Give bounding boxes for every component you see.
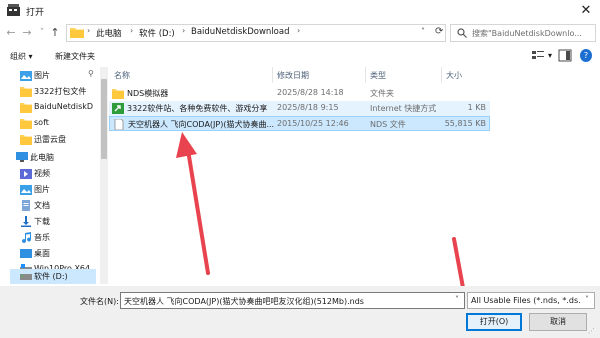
breadcrumb-separator: › — [130, 26, 134, 35]
filetype-dropdown-icon[interactable]: ˅ — [585, 295, 589, 304]
sidebar-item-label: 图片 — [34, 71, 50, 80]
sidebar-item-downloads[interactable]: 下载 — [10, 214, 96, 230]
column-divider[interactable] — [441, 67, 442, 83]
close-button[interactable]: ✕ — [577, 2, 595, 20]
computer-icon — [16, 152, 28, 162]
recent-locations-button[interactable]: ˅ — [35, 26, 49, 40]
sidebar-item-label: 桌面 — [34, 249, 50, 258]
sidebar-item-label: BaiduNetdiskD — [34, 102, 94, 111]
file-row-nds-emulator[interactable]: NDS模拟器 2025/8/28 14:18 文件夹 — [109, 86, 490, 101]
sidebar-item-label: 迅雷云盘 — [34, 135, 66, 144]
file-date: 2015/10/25 12:46 — [277, 119, 349, 128]
app-icon — [7, 4, 20, 16]
file-row-3322-shortcut[interactable]: 3322软件站、各种免费软件、游戏分享 2025/8/18 9:15 Inter… — [109, 101, 490, 116]
folder-icon — [70, 28, 84, 38]
sidebar-item-music[interactable]: 音乐 — [10, 230, 96, 246]
title-bar — [0, 0, 600, 22]
documents-icon — [22, 200, 30, 211]
sidebar-item-pictures-pinned[interactable]: 图片 ⚲ — [10, 68, 96, 84]
sidebar-item-this-pc[interactable]: 此电脑 — [6, 150, 92, 166]
up-button[interactable]: ↑ — [48, 26, 62, 40]
cancel-button[interactable]: 取消 — [529, 313, 587, 331]
sidebar-item-documents[interactable]: 文档 — [10, 198, 96, 214]
filename-value[interactable]: 天空机器人 飞向CODA(JP)(猫犬协奏曲吧吧友汉化组)(512Mb).nds — [124, 296, 364, 307]
breadcrumb-separator: › — [297, 26, 301, 35]
file-size: 55,815 KB — [444, 119, 486, 128]
back-button[interactable]: ← — [4, 26, 18, 40]
sidebar-item-label: 3322打包文件 — [34, 87, 87, 96]
pictures-icon — [20, 71, 32, 81]
sidebar-item-label: 软件 (D:) — [34, 272, 68, 281]
address-dropdown-icon[interactable]: ˅ — [421, 27, 425, 36]
file-type: 文件夹 — [370, 89, 394, 98]
folder-icon — [112, 89, 124, 99]
file-name: 3322软件站、各种免费软件、游戏分享 — [127, 104, 268, 113]
sidebar-item-label: 文档 — [34, 201, 50, 210]
help-icon[interactable]: ? — [580, 49, 592, 62]
column-header-name[interactable]: 名称 — [114, 70, 130, 81]
file-type: Internet 快捷方式 — [370, 104, 437, 113]
breadcrumb-this-pc[interactable]: 此电脑 — [96, 27, 122, 39]
file-type: NDS 文件 — [370, 120, 406, 129]
desktop-icon — [20, 249, 32, 258]
videos-icon — [20, 169, 32, 179]
new-folder-button[interactable]: 新建文件夹 — [55, 51, 95, 62]
breadcrumb-separator: › — [87, 26, 91, 35]
column-divider[interactable] — [365, 67, 366, 83]
filetype-value[interactable]: All Usable Files (*.nds, *.ds.g — [471, 296, 581, 305]
column-header-size[interactable]: 大小 — [446, 70, 462, 81]
pin-icon: ⚲ — [88, 69, 94, 78]
breadcrumb-separator: › — [182, 26, 186, 35]
breadcrumb-drive-d[interactable]: 软件 (D:) — [139, 27, 175, 39]
refresh-icon[interactable]: ⟳ — [435, 26, 443, 37]
sidebar-item-xunlei[interactable]: 迅雷云盘 — [10, 132, 96, 148]
sidebar-item-soft[interactable]: soft — [10, 116, 96, 132]
annotation-arrow-up — [176, 132, 210, 275]
sidebar-item-label: 此电脑 — [30, 153, 54, 162]
open-button[interactable]: 打开(O) — [466, 313, 522, 331]
sidebar-scrollbar-thumb[interactable] — [101, 79, 107, 159]
sidebar-item-baidu-folder[interactable]: BaiduNetdiskD — [10, 100, 96, 116]
folder-icon — [20, 103, 32, 113]
search-input[interactable]: 搜索"BaiduNetdiskDownlo... — [472, 28, 594, 39]
pictures-icon — [20, 185, 32, 195]
sidebar-item-drive-d[interactable]: 软件 (D:) — [10, 269, 96, 284]
shortcut-icon — [112, 103, 124, 114]
folder-icon — [20, 119, 32, 129]
column-header-type[interactable]: 类型 — [370, 70, 386, 81]
drive-icon — [20, 274, 32, 280]
sidebar-item-pictures[interactable]: 图片 — [10, 182, 96, 198]
sidebar-item-label: 音乐 — [34, 233, 50, 242]
sidebar-item-label: 图片 — [34, 185, 50, 194]
organize-button[interactable]: 组织 ▾ — [10, 51, 33, 62]
file-date: 2025/8/18 9:15 — [277, 103, 339, 112]
file-name: NDS模拟器 — [127, 89, 169, 98]
sidebar-item-desktop[interactable]: 桌面 — [10, 246, 96, 262]
sidebar-item-3322-folder[interactable]: 3322打包文件 — [10, 84, 96, 100]
view-dropdown-icon[interactable]: ▾ — [548, 51, 552, 60]
breadcrumb-baidu-folder[interactable]: BaiduNetdiskDownload — [191, 27, 289, 37]
folder-icon — [20, 87, 32, 97]
folder-icon — [20, 135, 32, 145]
sidebar-item-label: 下载 — [34, 217, 50, 226]
sidebar-item-label: 视频 — [34, 169, 50, 178]
filename-dropdown-icon[interactable]: ˅ — [455, 295, 459, 304]
forward-button[interactable]: → — [20, 26, 34, 40]
downloads-icon — [21, 216, 31, 227]
file-icon — [114, 119, 124, 130]
window-title: 打开 — [26, 8, 45, 18]
sidebar-item-videos[interactable]: 视频 — [10, 166, 96, 182]
preview-pane-icon[interactable] — [558, 49, 572, 62]
file-date: 2025/8/28 14:18 — [277, 88, 344, 97]
view-options-icon[interactable] — [531, 49, 545, 62]
music-icon — [22, 232, 32, 243]
filename-label: 文件名(N): — [80, 297, 119, 306]
column-divider[interactable] — [272, 67, 273, 83]
column-header-date[interactable]: 修改日期 — [277, 70, 309, 81]
resize-grip-icon[interactable]: ⋰ — [588, 327, 595, 335]
search-icon — [457, 28, 467, 38]
sidebar-item-label: soft — [34, 118, 49, 127]
file-size: 1 KB — [467, 103, 486, 112]
